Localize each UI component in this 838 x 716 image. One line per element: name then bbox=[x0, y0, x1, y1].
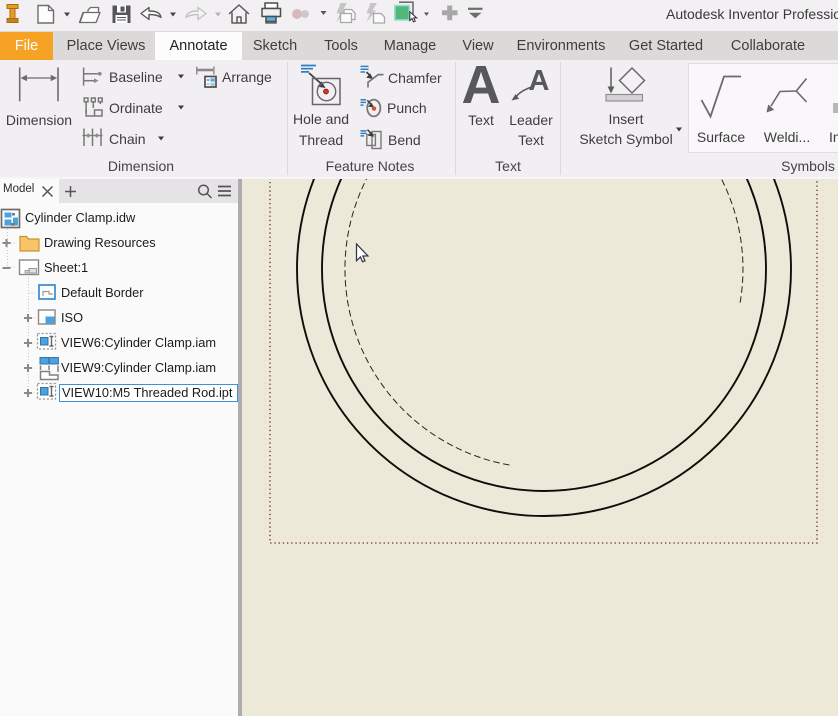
svg-text:A: A bbox=[462, 60, 501, 115]
svg-text:A: A bbox=[529, 65, 550, 97]
